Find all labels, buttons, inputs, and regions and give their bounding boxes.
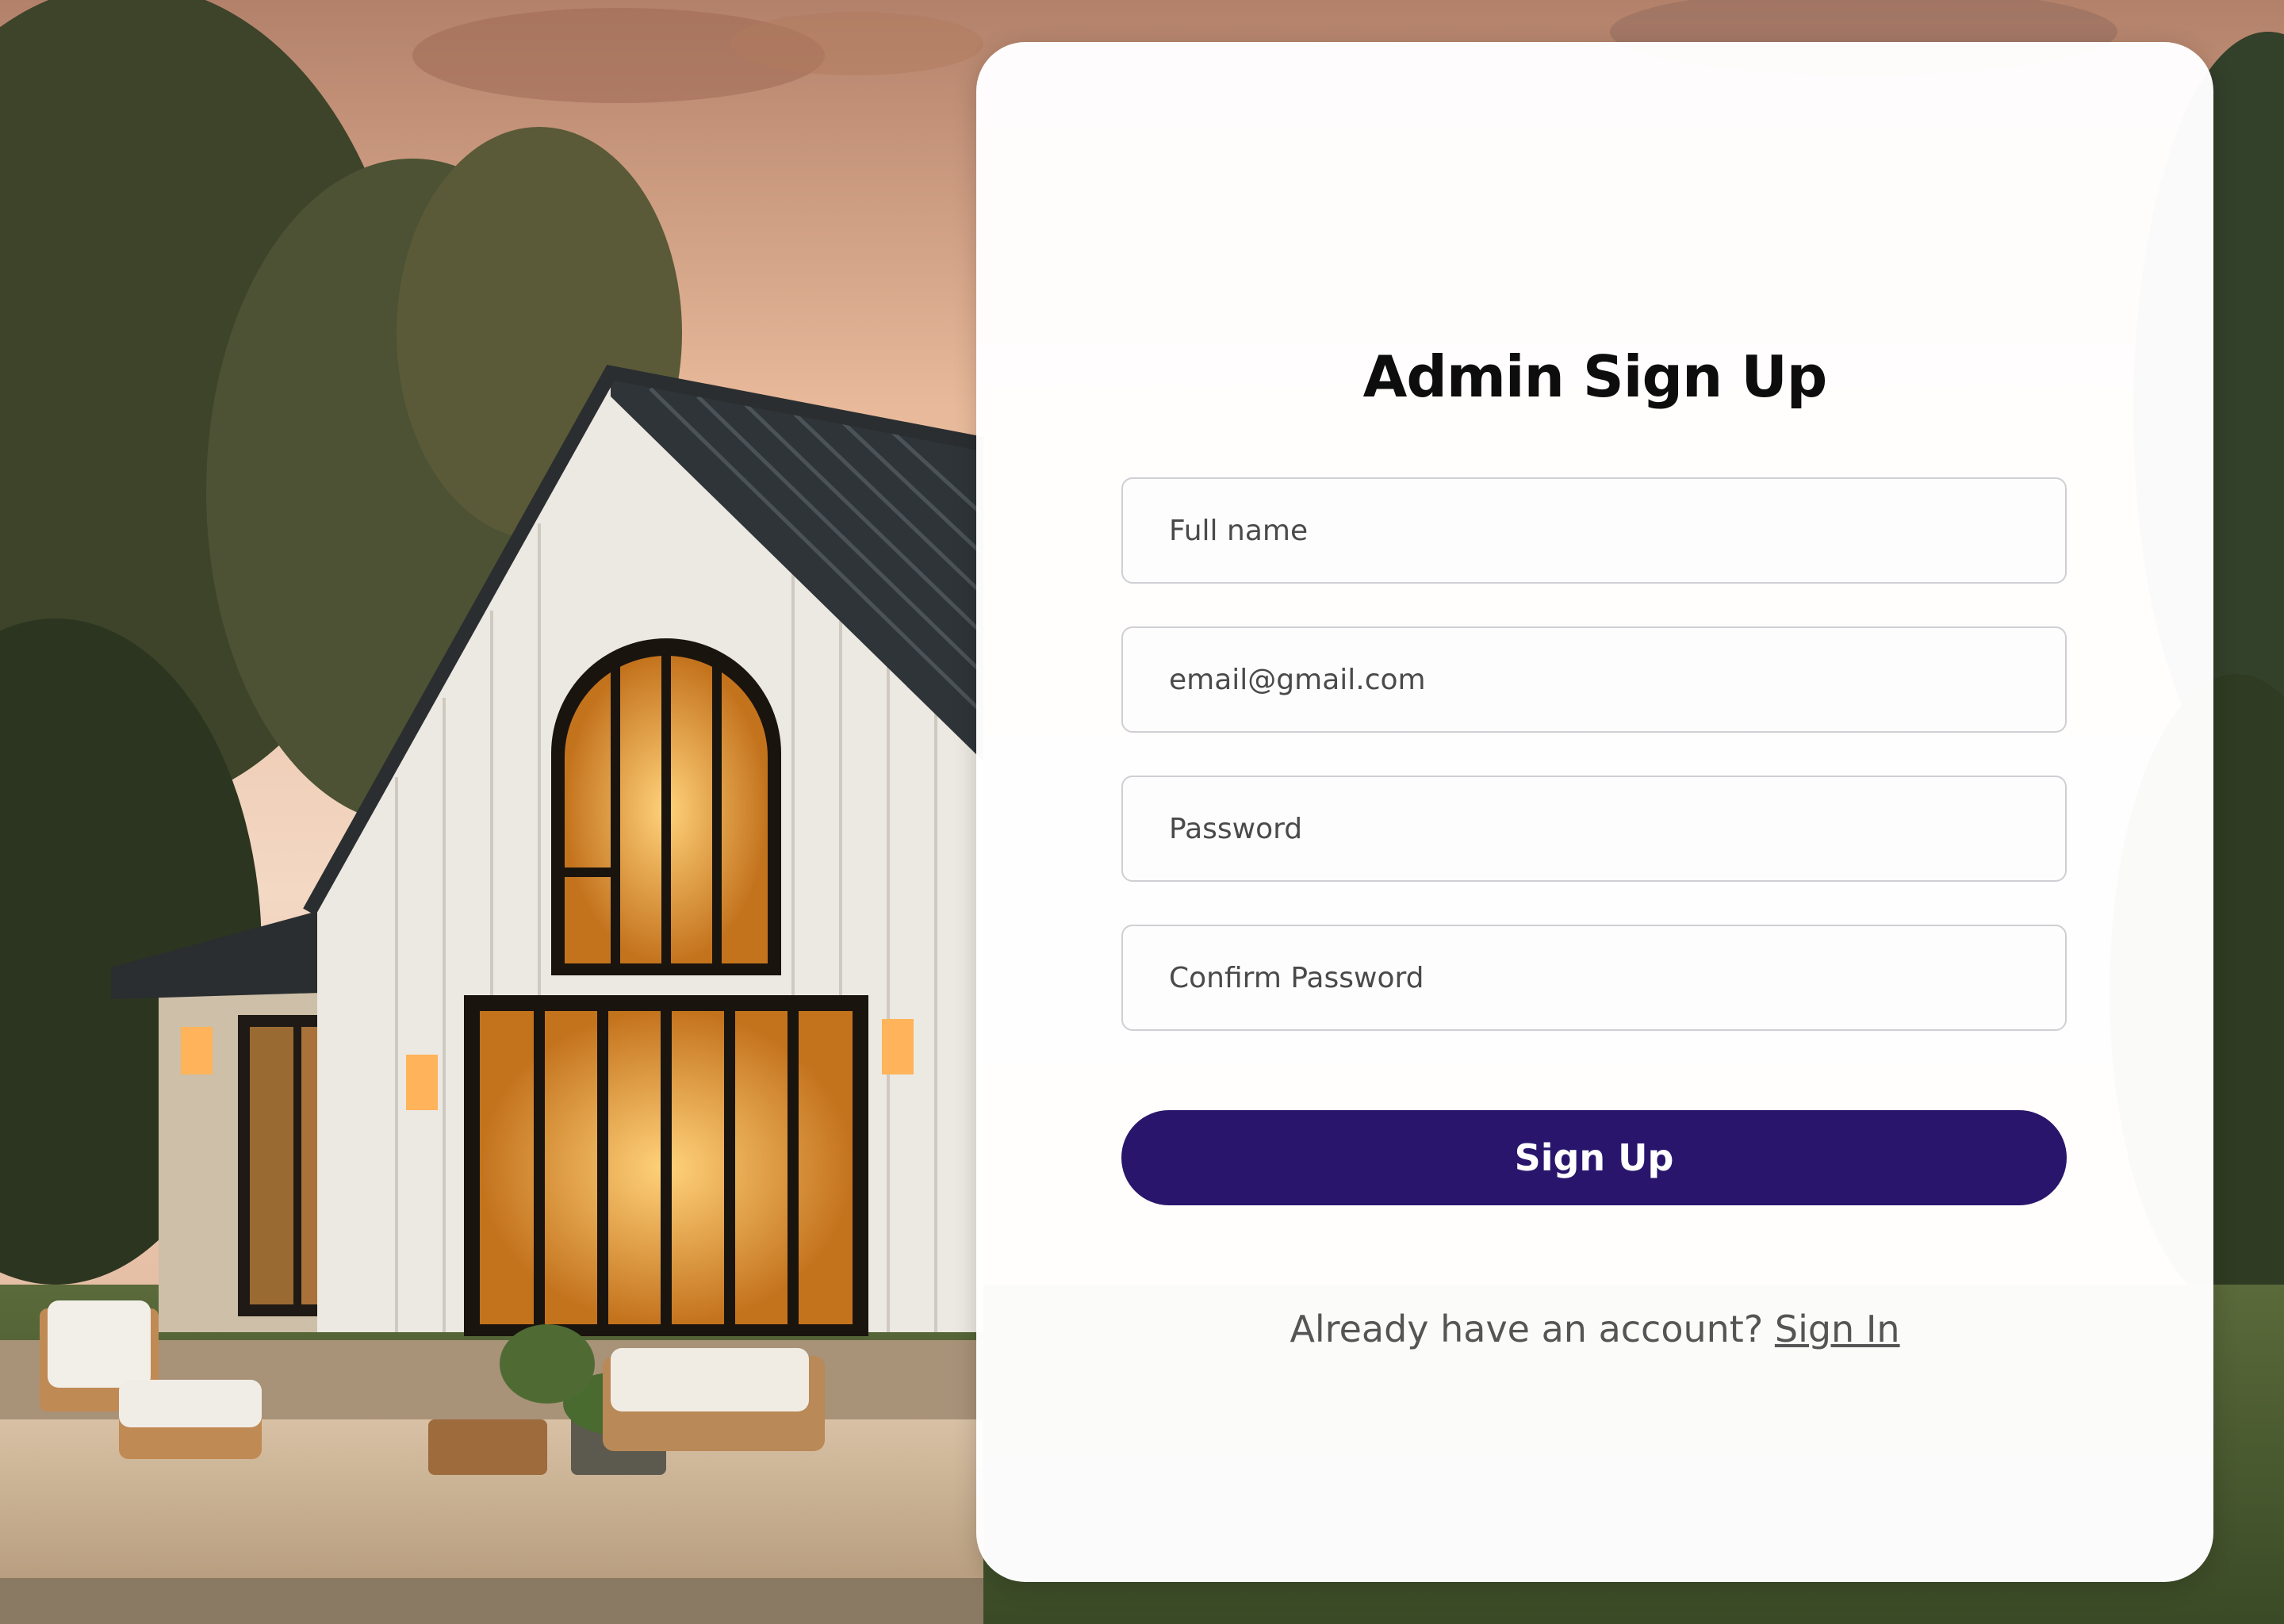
sign-up-button[interactable]: Sign Up — [1121, 1110, 2067, 1205]
full-name-field[interactable] — [1121, 477, 2067, 584]
signup-card: Admin Sign Up Sign Up Already have an ac… — [976, 42, 2213, 1582]
page-title: Admin Sign Up — [1362, 343, 1828, 410]
email-field[interactable] — [1121, 626, 2067, 733]
password-field[interactable] — [1121, 776, 2067, 882]
confirm-password-field[interactable] — [1121, 925, 2067, 1031]
sign-in-link[interactable]: Sign In — [1775, 1308, 1900, 1350]
sign-in-prompt: Already have an account? Sign In — [976, 1308, 2213, 1350]
sign-in-prompt-text: Already have an account? — [1290, 1308, 1764, 1350]
